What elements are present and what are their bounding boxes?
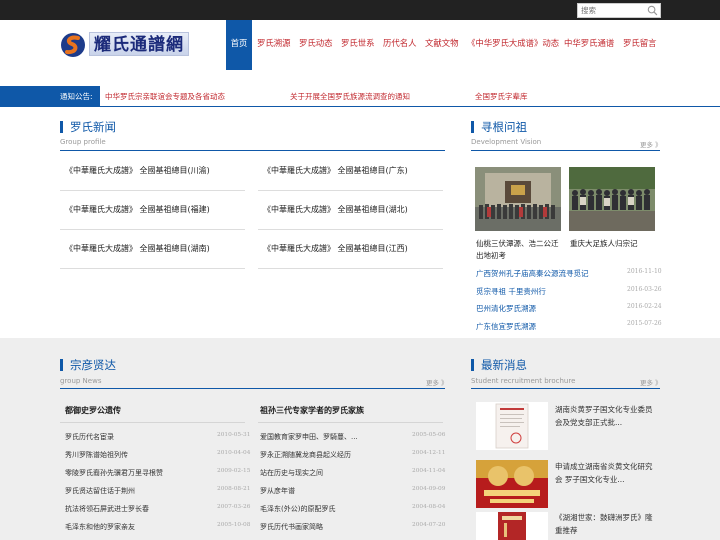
xungen-link[interactable]: 广西贺州孔子庙高秦公源流寻觅记	[476, 268, 589, 279]
list-item[interactable]: 罗氏历代书画家简略	[260, 522, 323, 532]
site-header: 耀氏通譜網 首页 罗氏溯源 罗氏动态 罗氏世系 历代名人 文献文物 《中华罗氏大…	[0, 20, 720, 70]
latest-news-item[interactable]: 申请成立湖南省炎黄文化研究会 罗子国文化专业...	[555, 461, 655, 486]
list-date: 2004-08-04	[412, 504, 446, 510]
list-date: 2004-07-20	[412, 522, 446, 528]
notice-link[interactable]: 全国罗氏字辈库	[475, 86, 528, 107]
section-rule	[60, 150, 445, 151]
nav-item-genealogy[interactable]: 中华罗氏通谱	[564, 20, 614, 70]
list-date: 2004-12-11	[412, 450, 446, 456]
list-date: 2005-10-08	[217, 522, 251, 528]
list-item[interactable]: 秀川罗陈谱始祖列传	[65, 450, 128, 460]
list-date: 2005-05-06	[412, 432, 446, 438]
xungen-date: 2016-02-24	[627, 303, 662, 310]
list-date: 2004-11-04	[412, 468, 446, 474]
search-icon[interactable]	[647, 5, 658, 16]
top-bar	[0, 0, 720, 20]
news-thumbnail-book[interactable]	[476, 512, 548, 540]
section-marker	[60, 359, 63, 371]
more-link[interactable]: 更多 》	[426, 377, 448, 387]
xungen-date: 2016-11-10	[627, 268, 662, 275]
section-subtitle: Development Vision	[471, 138, 542, 146]
photo-caption[interactable]: 仙桃三伏潭源、浩二公迁出地初考	[476, 238, 564, 262]
nav-item-origin[interactable]: 罗氏溯源	[257, 20, 291, 70]
news-item[interactable]: 《中華羅氏大成譜》 全國基祖總目(广东)	[258, 152, 443, 191]
list-item[interactable]: 毛泽东和他的罗家亲友	[65, 522, 135, 532]
photo-group-family[interactable]	[569, 167, 655, 231]
column-headline[interactable]: 都御史罗公遗传	[65, 405, 121, 416]
xungen-link[interactable]: 巴州清化罗氏溯源	[476, 303, 536, 314]
list-date: 2004-09-09	[412, 486, 446, 492]
news-item[interactable]: 《中華羅氏大成譜》 全國基祖總目(川渝)	[60, 152, 245, 191]
nav-item-news[interactable]: 罗氏动态	[299, 20, 333, 70]
latest-news-item[interactable]: 湖南炎黄罗子国文化专业委员会及党支部正式批...	[555, 404, 655, 429]
column-headline[interactable]: 祖孙三代专家学者的罗氏家族	[260, 405, 364, 416]
news-item[interactable]: 《中華羅氏大成譜》 全國基祖總目(江西)	[258, 230, 443, 269]
list-item[interactable]: 毛泽东(外公)的原配罗氏	[260, 504, 335, 514]
section-rule	[60, 388, 445, 389]
list-item[interactable]: 站在历史与现实之间	[260, 468, 323, 478]
column-rule	[258, 422, 443, 423]
nav-item-celebrities[interactable]: 历代名人	[383, 20, 417, 70]
nav-item-documents[interactable]: 文献文物	[425, 20, 459, 70]
list-date: 2010-05-31	[217, 432, 251, 438]
search-box[interactable]	[577, 3, 661, 18]
list-item[interactable]: 罗从彦年谱	[260, 486, 295, 496]
section-subtitle: group News	[60, 377, 102, 385]
more-link[interactable]: 更多 》	[640, 139, 662, 149]
notice-label: 通知公告:	[0, 86, 100, 107]
logo-emblem-icon	[61, 33, 85, 57]
latest-news-item[interactable]: 《湖湘世家：鼓礴洲罗氏》隆重推荐	[555, 512, 655, 537]
list-item[interactable]: 零陵罗氏裔孙先骥君万里寻根赞	[65, 468, 163, 478]
list-item[interactable]: 罗永正溯随冀龙商县起义经历	[260, 450, 351, 460]
list-item[interactable]: 抗法将领石屏武进士罗长春	[65, 504, 149, 514]
section-subtitle: Student recruitment brochure	[471, 377, 576, 385]
news-item[interactable]: 《中華羅氏大成譜》 全國基祖總目(湖南)	[60, 230, 245, 269]
list-item[interactable]: 爱国教育家罗申田、罗騎蔓、...	[260, 432, 358, 442]
news-thumbnail-document[interactable]	[476, 402, 548, 450]
section-marker	[471, 359, 474, 371]
nav-item-lineage[interactable]: 罗氏世系	[341, 20, 375, 70]
nav-item-genealogy-news[interactable]: 《中华罗氏大成谱》动态	[467, 20, 559, 70]
nav-item-home[interactable]: 首页	[226, 20, 252, 70]
section-title-luoshi-news[interactable]: 罗氏新闻	[70, 119, 116, 135]
news-item[interactable]: 《中華羅氏大成譜》 全國基祖總目(湖北)	[258, 191, 443, 230]
section-marker	[60, 121, 63, 133]
section-marker	[471, 121, 474, 133]
more-link[interactable]: 更多 》	[640, 377, 662, 387]
list-date: 2009-02-15	[217, 468, 251, 474]
notice-link[interactable]: 中华罗氏宗亲联谊会专题及各省动态	[105, 86, 225, 107]
photo-group-temple[interactable]	[475, 167, 561, 231]
nav-item-messages[interactable]: 罗氏留言	[623, 20, 657, 70]
news-item[interactable]: 《中華羅氏大成譜》 全國基祖總目(福建)	[60, 191, 245, 230]
xungen-link[interactable]: 觅宗寻祖 千里贵州行	[476, 286, 546, 297]
xungen-date: 2015-07-26	[627, 320, 662, 327]
photo-caption[interactable]: 重庆大足族人归宗记	[570, 238, 660, 250]
notice-bar: 通知公告: 中华罗氏宗亲联谊会专题及各省动态 关于开展全国罗氏族源流调查的通知 …	[0, 86, 720, 107]
section-subtitle: Group profile	[60, 138, 106, 146]
section-title-zongyan[interactable]: 宗彦贤达	[70, 357, 116, 373]
xungen-date: 2016-03-26	[627, 286, 662, 293]
list-date: 2008-08-21	[217, 486, 251, 492]
list-date: 2007-03-26	[217, 504, 251, 510]
section-title-xungen[interactable]: 寻根问祖	[481, 119, 527, 135]
column-rule	[60, 422, 245, 423]
notice-link[interactable]: 关于开展全国罗氏族源流调查的通知	[290, 86, 410, 107]
list-item[interactable]: 罗氏贤达留住话于荆州	[65, 486, 135, 496]
logo-text: 耀氏通譜網	[89, 32, 189, 56]
search-input[interactable]	[581, 5, 645, 16]
section-rule	[471, 150, 660, 151]
section-rule	[471, 388, 660, 389]
list-item[interactable]: 罗氏历代名宦录	[65, 432, 114, 442]
site-logo[interactable]: 耀氏通譜網	[60, 30, 192, 60]
xungen-link[interactable]: 广东信宜罗氏溯源	[476, 321, 536, 332]
list-date: 2010-04-04	[217, 450, 251, 456]
section-title-latest[interactable]: 最新消息	[481, 357, 527, 373]
news-thumbnail-poster[interactable]	[476, 460, 548, 508]
